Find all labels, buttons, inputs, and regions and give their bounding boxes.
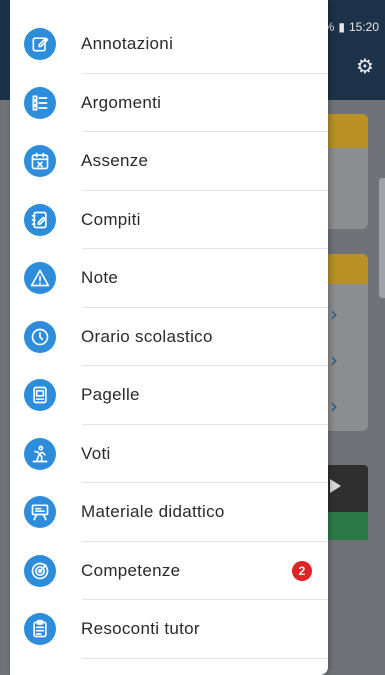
chevron-right-icon: › bbox=[330, 302, 338, 326]
calendar-x-icon bbox=[24, 145, 56, 178]
menu-item-annotazioni[interactable]: Annotazioni bbox=[10, 15, 328, 74]
menu-item-note[interactable]: Note bbox=[10, 249, 328, 308]
menu-item-label: Note bbox=[81, 268, 119, 288]
menu-item-materiale-didattico[interactable]: Materiale didattico bbox=[10, 483, 328, 542]
report-card-icon bbox=[24, 379, 56, 412]
menu-item-label: Pagelle bbox=[81, 385, 140, 405]
blackboard-icon bbox=[24, 496, 56, 529]
target-icon bbox=[24, 554, 56, 587]
menu-item-compiti[interactable]: Compiti bbox=[10, 191, 328, 250]
notebook-icon bbox=[24, 203, 56, 236]
notification-badge: 2 bbox=[292, 560, 312, 581]
menu-item-label: Resoconti tutor bbox=[81, 619, 200, 639]
clock-icon bbox=[24, 320, 56, 353]
navigation-drawer: Annotazioni Argomenti Assenze Compiti No bbox=[10, 0, 328, 675]
clipboard-icon bbox=[24, 613, 56, 646]
play-icon bbox=[330, 479, 341, 493]
menu-item-voti[interactable]: Voti bbox=[10, 425, 328, 484]
menu-item-orario-scolastico[interactable]: Orario scolastico bbox=[10, 308, 328, 367]
menu-item-label: Materiale didattico bbox=[81, 502, 225, 522]
scroll-indicator bbox=[379, 178, 385, 298]
menu-item-label: Orario scolastico bbox=[81, 326, 213, 346]
menu-item-pagelle[interactable]: Pagelle bbox=[10, 366, 328, 425]
menu-item-label: Annotazioni bbox=[81, 34, 174, 54]
chevron-right-icon: › bbox=[330, 348, 338, 372]
menu-item-label: Assenze bbox=[81, 151, 149, 171]
menu-item-competenze[interactable]: Competenze 2 bbox=[10, 542, 328, 601]
menu-item-argomenti[interactable]: Argomenti bbox=[10, 74, 328, 133]
drawer-menu: Annotazioni Argomenti Assenze Compiti No bbox=[10, 15, 328, 659]
warning-icon bbox=[24, 262, 56, 295]
battery-icon: ▮ bbox=[338, 20, 345, 34]
chevron-right-icon: › bbox=[330, 394, 338, 418]
menu-item-resoconti-tutor[interactable]: Resoconti tutor bbox=[10, 600, 328, 659]
settings-gear-icon[interactable]: ⚙ bbox=[355, 56, 375, 76]
menu-item-label: Compiti bbox=[81, 209, 141, 229]
pencil-icon bbox=[24, 28, 56, 61]
menu-item-label: Voti bbox=[81, 443, 111, 463]
menu-item-assenze[interactable]: Assenze bbox=[10, 132, 328, 191]
menu-item-label: Competenze bbox=[81, 560, 181, 580]
student-icon bbox=[24, 437, 56, 470]
clock-time: 15:20 bbox=[348, 20, 379, 34]
menu-item-label: Argomenti bbox=[81, 92, 162, 112]
list-icon bbox=[24, 86, 56, 119]
